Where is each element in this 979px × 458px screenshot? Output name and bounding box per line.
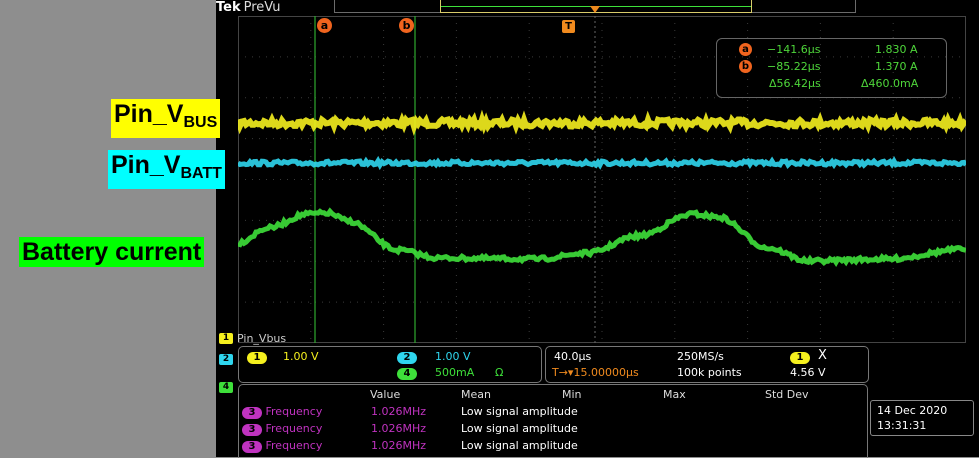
trigger-source: 1 bbox=[790, 352, 810, 364]
stats-mean: Low signal amplitude bbox=[461, 405, 578, 418]
stats-measurement-name: Frequency bbox=[265, 405, 323, 418]
sample-rate: 250MS/s bbox=[677, 350, 724, 363]
horizontal-trigger-panel[interactable]: 40.0µs 250MS/s T→▾15.00000µs 100k points… bbox=[545, 346, 869, 383]
ch2-badge[interactable]: 2 bbox=[219, 354, 233, 365]
stats-value: 1.026MHz bbox=[371, 405, 427, 418]
cursor-a-value: 1.830 A bbox=[875, 43, 918, 56]
ch1-scale: 1.00 V bbox=[283, 350, 319, 363]
trigger-level: 4.56 V bbox=[790, 366, 826, 379]
vbus-annotation-main: Pin_V bbox=[114, 100, 184, 128]
cursor-b-value: 1.370 A bbox=[875, 60, 918, 73]
stats-value: 1.026MHz bbox=[371, 439, 427, 452]
cursor-delta-row: Δ56.42µs Δ460.0mA bbox=[717, 77, 946, 93]
stats-source-badge: 3 bbox=[242, 407, 262, 419]
time-text: 13:31:31 bbox=[877, 419, 927, 432]
brand-logo: Tek PreVu bbox=[216, 0, 281, 15]
stats-header-std-dev: Std Dev bbox=[765, 388, 809, 401]
vbus-annotation-sub: BUS bbox=[183, 114, 218, 131]
ch1-trace bbox=[238, 109, 966, 136]
stats-mean: Low signal amplitude bbox=[461, 439, 578, 452]
cursor-delta-value: Δ460.0mA bbox=[861, 77, 919, 90]
ch1-scale-badge: 1 bbox=[247, 352, 267, 364]
vbatt-annotation-sub: BATT bbox=[180, 165, 222, 182]
cursor-a-row: a −141.6µs 1.830 A bbox=[717, 43, 946, 59]
stats-measurement-name: Frequency bbox=[265, 439, 323, 452]
stats-value: 1.026MHz bbox=[371, 422, 427, 435]
vbatt-annotation-main: Pin_V bbox=[111, 151, 181, 179]
stats-header-mean: Mean bbox=[461, 388, 491, 401]
ch1-badge[interactable]: 1 bbox=[219, 333, 233, 344]
cursor-readout: a −141.6µs 1.830 A b −85.22µs 1.370 A Δ5… bbox=[716, 38, 947, 98]
record-length: 100k points bbox=[677, 366, 742, 379]
stats-source-badge: 3 bbox=[242, 441, 262, 453]
trigger-edge-icon: X bbox=[818, 348, 827, 363]
stats-header-value: Value bbox=[370, 388, 401, 401]
stats-mean: Low signal amplitude bbox=[461, 422, 578, 435]
channel-settings-panel[interactable]: 1 1.00 V 2 1.00 V 4 500mA Ω bbox=[238, 346, 542, 383]
stats-source-badge: 3 bbox=[242, 424, 262, 436]
trigger-position: T→▾15.00000µs bbox=[552, 366, 639, 379]
ch4-badge[interactable]: 4 bbox=[219, 382, 233, 393]
current-annotation: Battery current bbox=[19, 237, 205, 267]
timebase: 40.0µs bbox=[554, 350, 592, 363]
ch2-scale-badge: 2 bbox=[397, 352, 417, 364]
vbus-annotation: Pin_VBUS bbox=[111, 99, 221, 138]
stats-measurement-name: Frequency bbox=[265, 422, 323, 435]
cursor-b-row: b −85.22µs 1.370 A bbox=[717, 60, 946, 76]
ch4-termination: Ω bbox=[495, 366, 504, 379]
ch2-scale: 1.00 V bbox=[435, 350, 471, 363]
stats-header-min: Min bbox=[562, 388, 582, 401]
vbatt-annotation: Pin_VBATT bbox=[108, 150, 225, 189]
ch4-scale-badge: 4 bbox=[397, 368, 417, 380]
acquisition-mode: PreVu bbox=[243, 0, 281, 15]
ch2-trace bbox=[238, 155, 966, 171]
date-text: 14 Dec 2020 bbox=[877, 404, 948, 417]
cursor-a-badge: a bbox=[739, 43, 752, 56]
trigger-position-indicator bbox=[590, 6, 600, 13]
ch1-label: Pin_Vbus bbox=[237, 332, 287, 345]
cursor-b-badge: b bbox=[739, 60, 752, 73]
ch4-scale: 500mA bbox=[435, 366, 475, 379]
cursor-b-time: −85.22µs bbox=[767, 60, 821, 73]
cursor-delta-time: Δ56.42µs bbox=[769, 77, 821, 90]
date-time-display[interactable]: 14 Dec 2020 13:31:31 bbox=[870, 400, 974, 436]
stats-header-max: Max bbox=[663, 388, 686, 401]
cursor-a-time: −141.6µs bbox=[767, 43, 821, 56]
brand-name: Tek bbox=[216, 0, 241, 15]
